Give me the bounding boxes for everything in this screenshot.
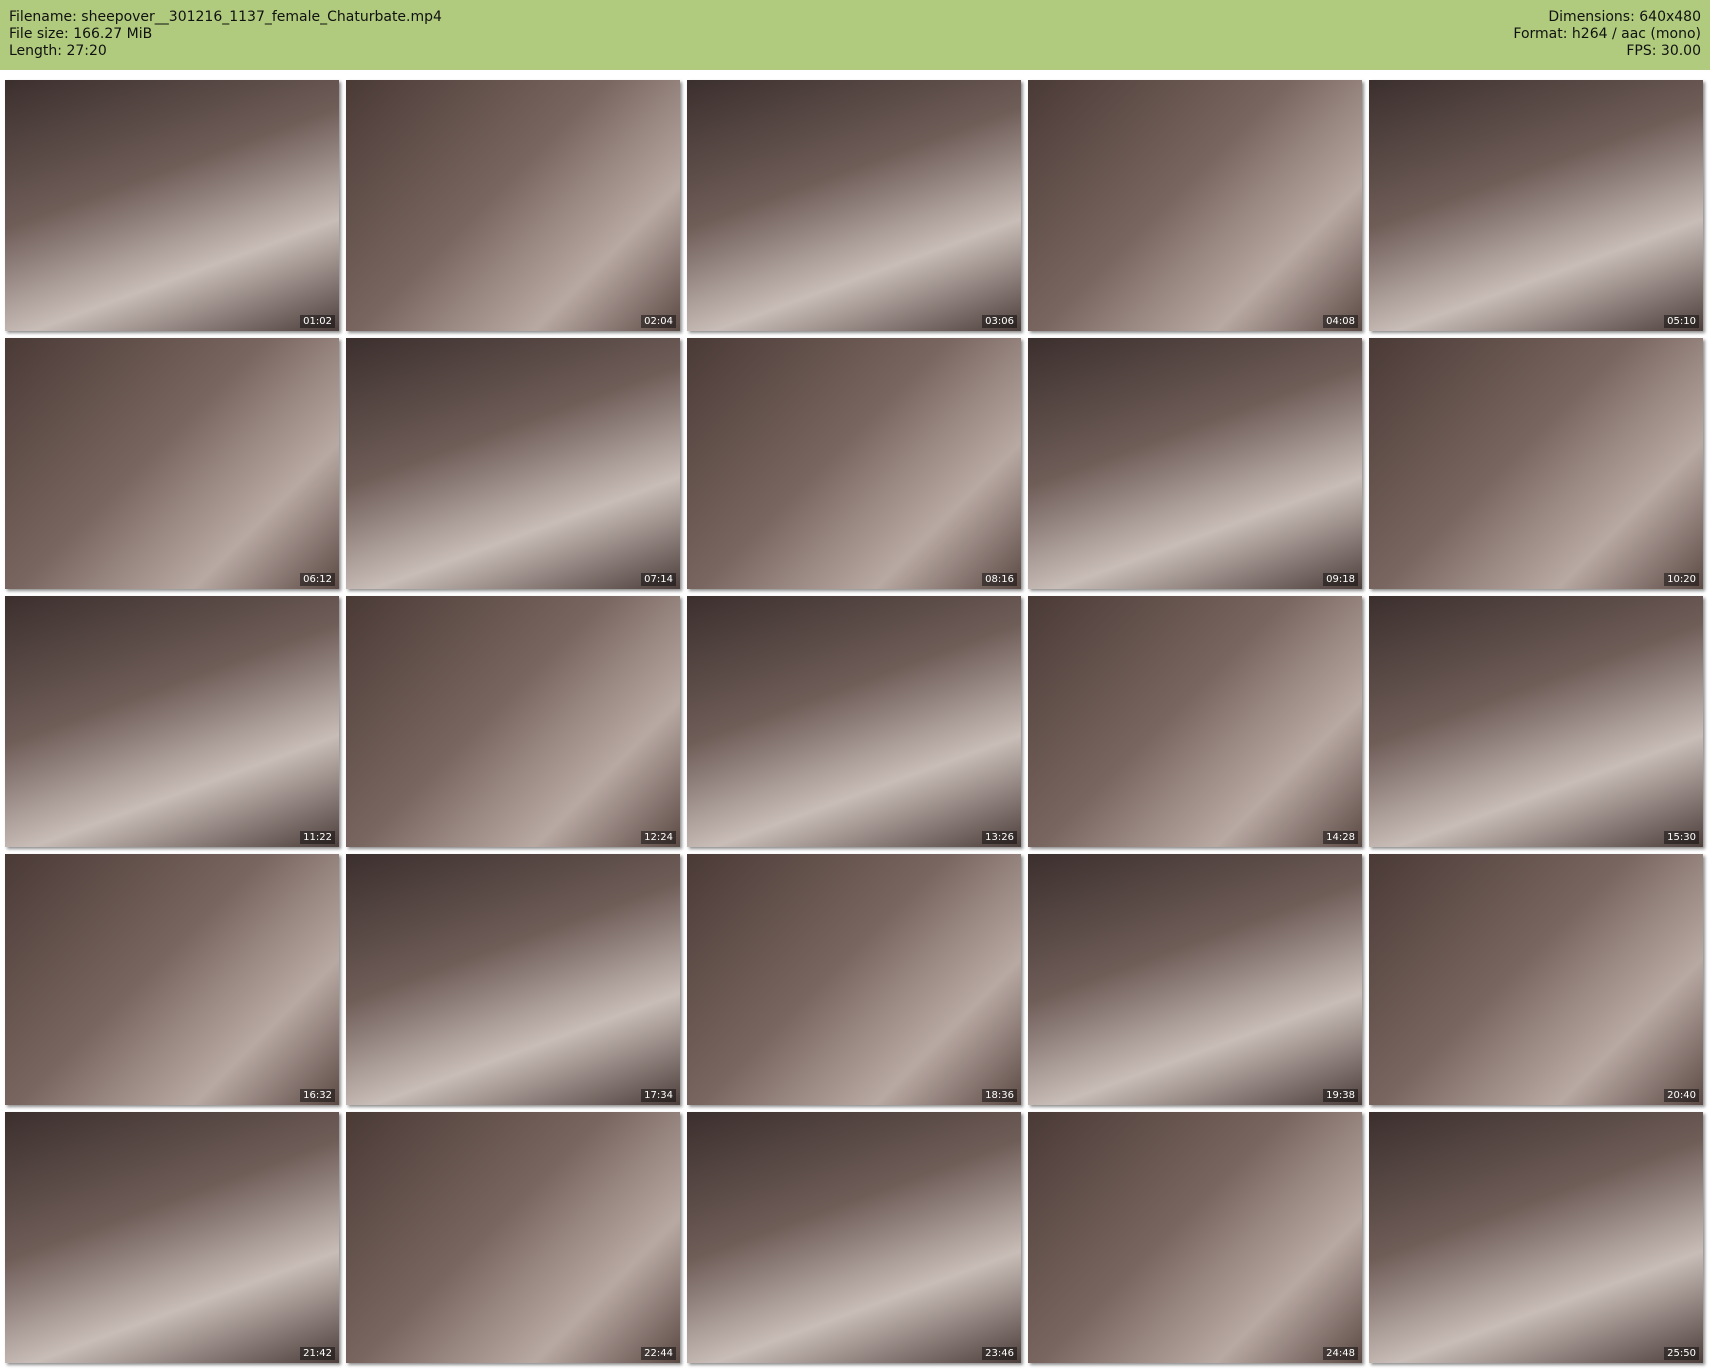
timestamp-label: 20:40 <box>1664 1089 1699 1102</box>
timestamp-label: 25:50 <box>1664 1347 1699 1360</box>
timestamp-label: 15:30 <box>1664 831 1699 844</box>
video-thumbnail: 09:18 <box>1028 338 1362 589</box>
video-thumbnail: 05:10 <box>1369 80 1703 331</box>
timestamp-label: 18:36 <box>982 1089 1017 1102</box>
video-thumbnail: 25:50 <box>1369 1112 1703 1363</box>
timestamp-label: 14:28 <box>1323 831 1358 844</box>
timestamp-label: 09:18 <box>1323 573 1358 586</box>
header-right: Dimensions: 640x480 Format: h264 / aac (… <box>1513 9 1701 60</box>
header-left: Filename: sheepover__301216_1137_female_… <box>9 9 442 60</box>
timestamp-label: 06:12 <box>300 573 335 586</box>
timestamp-label: 08:16 <box>982 573 1017 586</box>
video-thumbnail: 14:28 <box>1028 596 1362 847</box>
video-thumbnail: 13:26 <box>687 596 1021 847</box>
timestamp-label: 19:38 <box>1323 1089 1358 1102</box>
video-thumbnail: 02:04 <box>346 80 680 331</box>
timestamp-label: 05:10 <box>1664 315 1699 328</box>
timestamp-label: 24:48 <box>1323 1347 1358 1360</box>
timestamp-label: 07:14 <box>641 573 676 586</box>
timestamp-label: 13:26 <box>982 831 1017 844</box>
video-thumbnail: 10:20 <box>1369 338 1703 589</box>
timestamp-label: 16:32 <box>300 1089 335 1102</box>
video-thumbnail: 03:06 <box>687 80 1021 331</box>
fps: FPS: 30.00 <box>1626 43 1701 59</box>
filename: Filename: sheepover__301216_1137_female_… <box>9 9 442 25</box>
dimensions: Dimensions: 640x480 <box>1548 9 1701 25</box>
thumbnail-grid: 01:02 02:04 03:06 04:08 05:10 06:12 07:14 08:16… <box>5 80 1703 1363</box>
timestamp-label: 23:46 <box>982 1347 1017 1360</box>
video-thumbnail: 18:36 <box>687 854 1021 1105</box>
video-thumbnail: 06:12 <box>5 338 339 589</box>
timestamp-label: 12:24 <box>641 831 676 844</box>
file-size: File size: 166.27 MiB <box>9 26 153 42</box>
video-thumbnail: 20:40 <box>1369 854 1703 1105</box>
video-thumbnail: 11:22 <box>5 596 339 847</box>
info-header: Filename: sheepover__301216_1137_female_… <box>0 0 1710 70</box>
video-thumbnail: 12:24 <box>346 596 680 847</box>
timestamp-label: 10:20 <box>1664 573 1699 586</box>
video-thumbnail: 08:16 <box>687 338 1021 589</box>
video-thumbnail: 22:44 <box>346 1112 680 1363</box>
video-thumbnail: 19:38 <box>1028 854 1362 1105</box>
timestamp-label: 03:06 <box>982 315 1017 328</box>
video-thumbnail: 24:48 <box>1028 1112 1362 1363</box>
video-thumbnail: 04:08 <box>1028 80 1362 331</box>
video-thumbnail: 15:30 <box>1369 596 1703 847</box>
video-thumbnail: 07:14 <box>346 338 680 589</box>
video-thumbnail: 01:02 <box>5 80 339 331</box>
timestamp-label: 21:42 <box>300 1347 335 1360</box>
length: Length: 27:20 <box>9 43 107 59</box>
timestamp-label: 01:02 <box>300 315 335 328</box>
video-thumbnail: 17:34 <box>346 854 680 1105</box>
timestamp-label: 02:04 <box>641 315 676 328</box>
timestamp-label: 11:22 <box>300 831 335 844</box>
video-thumbnail: 23:46 <box>687 1112 1021 1363</box>
video-thumbnail: 16:32 <box>5 854 339 1105</box>
timestamp-label: 17:34 <box>641 1089 676 1102</box>
format: Format: h264 / aac (mono) <box>1513 26 1701 42</box>
timestamp-label: 22:44 <box>641 1347 676 1360</box>
video-thumbnail: 21:42 <box>5 1112 339 1363</box>
timestamp-label: 04:08 <box>1323 315 1358 328</box>
